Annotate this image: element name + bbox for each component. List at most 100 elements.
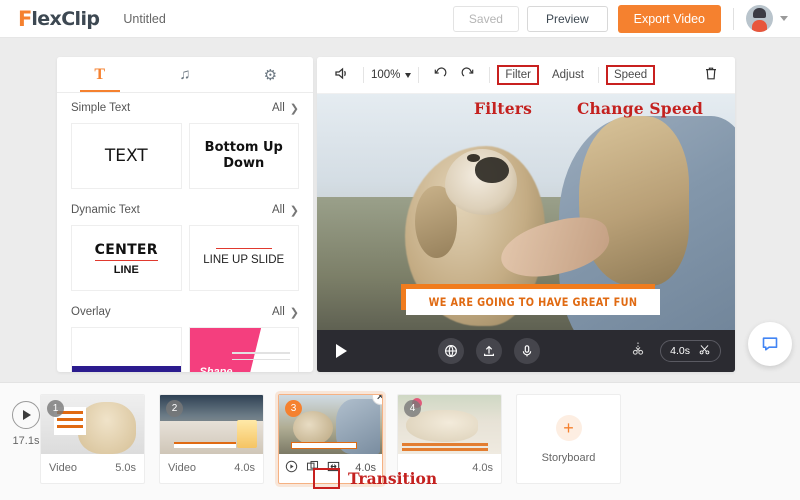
clip-thumbnail: 4 <box>398 395 501 454</box>
annotation-filters: Filters <box>474 99 533 118</box>
thumb-dog <box>293 411 333 445</box>
flexclip-editor: F lexClip Untitled Saved Preview Export … <box>0 0 800 500</box>
section-title: Simple Text <box>71 102 131 114</box>
scissors-icon[interactable] <box>698 343 711 359</box>
video-dog-eye <box>467 154 480 162</box>
caption-text: WE ARE GOING TO HAVE GREAT FUN <box>428 295 638 309</box>
template-preview: CENTER LINE <box>94 241 158 276</box>
split-icon[interactable] <box>630 341 646 362</box>
clip-thumbnail: 3 <box>279 395 382 454</box>
play-icon[interactable] <box>12 401 40 429</box>
clip-number-badge: 4 <box>404 400 421 417</box>
toolbar-divider <box>733 7 734 30</box>
storyboard-label: Storyboard <box>541 451 596 464</box>
avatar[interactable] <box>746 5 773 32</box>
section-all-link[interactable]: All ❯ <box>272 204 299 217</box>
annotation-transition: Transition <box>348 469 438 488</box>
text-template-card[interactable]: TEXT <box>71 123 182 189</box>
speaker-icon[interactable] <box>327 64 356 86</box>
thumb-caption <box>291 442 357 449</box>
clip-type-label: Video <box>168 462 196 474</box>
annotation-box-transition <box>313 468 340 489</box>
filter-button[interactable]: Filter <box>497 65 539 85</box>
section-header-overlay: Overlay All ❯ <box>57 297 313 327</box>
timeline-clip[interactable]: 2 Video 4.0s <box>159 394 264 484</box>
text-template-card[interactable]: LINE UP SLIDE <box>188 225 299 291</box>
export-video-button[interactable]: Export Video <box>617 4 721 33</box>
chevron-down-icon <box>405 72 412 78</box>
template-preview: LINE UP SLIDE <box>203 247 285 268</box>
clip-meta: Video 4.0s <box>160 454 263 482</box>
preview-icon[interactable] <box>285 460 298 476</box>
template-preview: Shape <box>189 328 298 372</box>
plus-icon: + <box>555 414 582 441</box>
microphone-icon[interactable] <box>513 338 540 364</box>
video-canvas[interactable]: Filters Change Speed WE ARE GOING TO HAV… <box>317 94 735 372</box>
clip-duration: 5.0s <box>115 462 136 474</box>
section-all-link[interactable]: All ❯ <box>272 102 299 115</box>
tab-music[interactable]: ♫ <box>142 57 227 92</box>
undo-icon[interactable] <box>426 64 454 87</box>
clip-number-badge: 1 <box>47 400 64 417</box>
template-label: LINE UP SLIDE <box>203 254 285 267</box>
clip-duration: 4.0s <box>234 462 255 474</box>
document-title[interactable]: Untitled <box>123 12 165 26</box>
music-note-icon: ♫ <box>179 66 191 83</box>
assets-panel: T ♫ ⚙ Simple Text All ❯ TEXT Bottom Up D… <box>57 57 313 372</box>
toolbar-divider <box>597 67 599 83</box>
template-preview: RECTANGLE <box>72 328 181 372</box>
thumb-lamp <box>237 420 257 448</box>
all-label: All <box>272 102 285 114</box>
timeline-bar: 17.1s 1 Video 5.0s 2 Video 4.0s 3 4.0s 4… <box>0 382 800 500</box>
play-icon[interactable] <box>336 344 347 358</box>
logo-wordmark: lexClip <box>31 7 100 30</box>
simple-text-cards: TEXT Bottom Up Down <box>57 123 313 189</box>
text-template-card[interactable]: CENTER LINE <box>71 225 182 291</box>
section-title: Overlay <box>71 306 111 318</box>
trash-icon[interactable] <box>697 63 725 87</box>
chevron-right-icon: ❯ <box>289 306 299 319</box>
overlay-template-card[interactable]: RECTANGLE <box>71 327 182 372</box>
speed-button[interactable]: Speed <box>605 65 656 85</box>
clip-meta: Video 5.0s <box>41 454 144 482</box>
section-all-link[interactable]: All ❯ <box>272 306 299 319</box>
globe-icon[interactable] <box>437 338 464 364</box>
saved-status-button[interactable]: Saved <box>452 5 519 32</box>
gear-icon: ⚙ <box>263 66 278 84</box>
section-header-simple-text: Simple Text All ❯ <box>57 93 313 123</box>
clip-number-badge: 3 <box>285 400 302 417</box>
video-dog-nose <box>475 157 509 183</box>
toolbar-divider <box>418 67 420 83</box>
clip-duration-control[interactable]: 4.0s <box>660 340 721 362</box>
text-template-card[interactable]: Bottom Up Down <box>188 123 299 189</box>
upload-icon[interactable] <box>475 338 502 364</box>
player-controls: 4.0s <box>317 330 735 372</box>
tab-settings[interactable]: ⚙ <box>228 57 313 92</box>
top-bar-actions: Saved Preview Export Video <box>452 4 788 33</box>
thumb-dog <box>78 402 136 454</box>
preview-button[interactable]: Preview <box>526 5 608 32</box>
template-label: RECTANGLE <box>72 366 181 372</box>
toolbar-divider <box>489 67 491 83</box>
all-label: All <box>272 306 285 318</box>
player-right-actions: 4.0s <box>630 340 721 362</box>
chevron-down-icon[interactable] <box>780 16 788 21</box>
redo-icon[interactable] <box>454 64 482 87</box>
tab-text[interactable]: T <box>57 57 142 92</box>
add-storyboard-button[interactable]: + Storyboard <box>516 394 621 484</box>
clip-thumbnail: 2 <box>160 395 263 454</box>
section-header-dynamic-text: Dynamic Text All ❯ <box>57 195 313 225</box>
clip-thumbnail: 1 <box>41 395 144 454</box>
video-caption-overlay[interactable]: WE ARE GOING TO HAVE GREAT FUN <box>401 284 660 315</box>
overlay-template-card[interactable]: Shape <box>188 327 299 372</box>
timeline-clip[interactable]: 1 Video 5.0s <box>40 394 145 484</box>
thumb-caption <box>402 441 488 453</box>
app-logo[interactable]: F lexClip <box>18 7 100 31</box>
zoom-level-dropdown[interactable]: 100% <box>371 69 412 81</box>
chevron-right-icon: ❯ <box>289 204 299 217</box>
adjust-button[interactable]: Adjust <box>545 66 591 84</box>
caption-box: WE ARE GOING TO HAVE GREAT FUN <box>406 289 660 315</box>
rule-decoration <box>215 247 272 250</box>
annotation-change-speed: Change Speed <box>577 99 704 118</box>
chat-bubble-icon[interactable] <box>748 322 792 366</box>
